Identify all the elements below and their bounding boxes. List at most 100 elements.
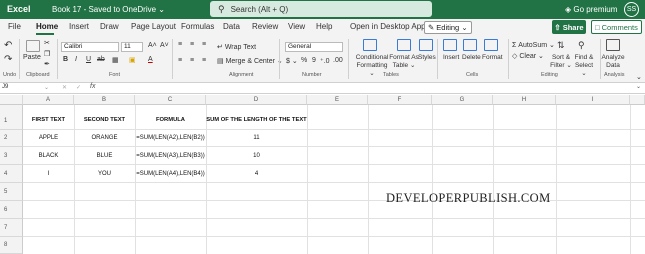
cell-d2[interactable]: 11 xyxy=(206,135,307,141)
row-header[interactable]: 2 xyxy=(0,130,23,147)
tab-draw[interactable]: Draw xyxy=(100,22,119,31)
number-format-select[interactable]: General xyxy=(285,42,343,52)
column-header[interactable]: G xyxy=(432,95,493,105)
avatar[interactable]: SS xyxy=(624,2,639,17)
tab-page-layout[interactable]: Page Layout xyxy=(131,22,176,31)
autosum-button[interactable]: Σ AutoSum ⌄ xyxy=(512,41,555,49)
align-center-icon[interactable]: ≡ xyxy=(190,57,194,64)
italic-icon[interactable]: I xyxy=(75,56,77,63)
increase-font-icon[interactable]: A˄ xyxy=(148,42,157,49)
tab-file[interactable]: File xyxy=(8,22,21,31)
expand-formula-icon[interactable]: ⌄ xyxy=(636,83,641,90)
column-header[interactable]: A xyxy=(23,95,74,105)
cell-c1[interactable]: FORMULA xyxy=(135,117,206,123)
cell-b3[interactable]: BLUE xyxy=(74,153,135,159)
format-as-table-button[interactable]: Format As Table ⌄ xyxy=(389,54,419,70)
row-header[interactable]: 1 xyxy=(0,105,23,130)
paste-button[interactable]: Paste xyxy=(23,54,41,61)
cell-b2[interactable]: ORANGE xyxy=(74,135,135,141)
document-title[interactable]: Book 17 - Saved to OneDrive ⌄ xyxy=(52,5,165,14)
column-header[interactable]: H xyxy=(493,95,556,105)
tab-formulas[interactable]: Formulas xyxy=(181,22,214,31)
paste-icon[interactable] xyxy=(26,40,40,52)
clear-button[interactable]: ◇ Clear ⌄ xyxy=(512,52,544,60)
cell-a2[interactable]: APPLE xyxy=(23,135,74,141)
tab-view[interactable]: View xyxy=(288,22,305,31)
formula-input[interactable] xyxy=(103,84,638,93)
increase-decimal-icon[interactable]: ⁺.0 xyxy=(320,57,330,65)
name-box[interactable]: J9 xyxy=(2,84,8,90)
column-header[interactable]: D xyxy=(206,95,307,105)
fx-icon[interactable]: fx xyxy=(90,83,95,90)
align-left-icon[interactable]: ≡ xyxy=(178,57,182,64)
cell-a4[interactable]: I xyxy=(23,171,74,177)
percent-icon[interactable]: % xyxy=(301,57,307,64)
cell-c2[interactable]: =SUM(LEN(A2),LEN(B2)) xyxy=(135,135,206,141)
column-header[interactable]: C xyxy=(135,95,206,105)
search-box[interactable]: ⚲ Search (Alt + Q) xyxy=(210,1,432,17)
cell-d1[interactable]: SUM OF THE LENGTH OF THE TEXT xyxy=(206,117,307,123)
comments-button[interactable]: □ Comments xyxy=(591,20,642,34)
tab-data[interactable]: Data xyxy=(223,22,240,31)
cancel-icon[interactable]: ✕ xyxy=(62,84,67,91)
tab-help[interactable]: Help xyxy=(316,22,332,31)
wrap-text-button[interactable]: ↵ Wrap Text xyxy=(217,43,256,51)
cell-b1[interactable]: SECOND TEXT xyxy=(74,117,135,123)
row-header[interactable]: 8 xyxy=(0,237,23,254)
font-color-icon[interactable]: A xyxy=(148,56,153,63)
delete-cells-button[interactable]: Delete xyxy=(462,54,481,61)
analyze-data-button[interactable]: Analyze Data xyxy=(601,54,625,70)
row-header[interactable]: 7 xyxy=(0,219,23,237)
fill-color-icon[interactable]: ▣ xyxy=(129,56,136,64)
font-name-select[interactable]: Calibri xyxy=(61,42,119,52)
cell-c4[interactable]: =SUM(LEN(A4),LEN(B4)) xyxy=(135,171,206,177)
merge-center-button[interactable]: ▤ Merge & Center ⌄ xyxy=(217,57,283,65)
chevron-down-icon[interactable]: ⌄ xyxy=(44,84,49,91)
select-all-corner[interactable] xyxy=(0,95,23,105)
redo-icon[interactable]: ↷ xyxy=(4,54,12,65)
undo-icon[interactable]: ↶ xyxy=(4,40,12,51)
open-desktop-app-button[interactable]: Open in Desktop App xyxy=(350,22,426,31)
cut-icon[interactable]: ✂ xyxy=(44,39,50,47)
strikethrough-icon[interactable]: ab xyxy=(97,56,105,63)
tab-review[interactable]: Review xyxy=(252,22,278,31)
insert-cells-button[interactable]: Insert xyxy=(443,54,459,61)
comma-icon[interactable]: 9 xyxy=(312,57,316,64)
editing-mode-dropdown[interactable]: ✎ Editing ⌄ xyxy=(424,21,472,34)
styles-button[interactable]: Styles xyxy=(418,54,436,61)
row-header[interactable]: 3 xyxy=(0,147,23,165)
column-header[interactable]: E xyxy=(307,95,368,105)
decrease-font-icon[interactable]: A˅ xyxy=(160,42,169,49)
bold-icon[interactable]: B xyxy=(63,56,68,63)
align-middle-icon[interactable]: ≡ xyxy=(190,41,194,48)
tab-insert[interactable]: Insert xyxy=(69,22,89,31)
decrease-decimal-icon[interactable]: .00 xyxy=(333,57,343,64)
column-header[interactable]: B xyxy=(74,95,135,105)
cell-a1[interactable]: FIRST TEXT xyxy=(23,117,74,123)
row-header[interactable]: 5 xyxy=(0,183,23,201)
row-header[interactable]: 6 xyxy=(0,201,23,219)
collapse-ribbon-icon[interactable]: ⌄ xyxy=(636,73,642,81)
tab-home[interactable]: Home xyxy=(36,22,58,31)
cell-c3[interactable]: =SUM(LEN(A3),LEN(B3)) xyxy=(135,153,206,159)
format-cells-button[interactable]: Format xyxy=(482,54,503,61)
column-header[interactable]: I xyxy=(556,95,630,105)
align-top-icon[interactable]: ≡ xyxy=(178,41,182,48)
check-icon[interactable]: ✓ xyxy=(76,84,81,91)
column-header[interactable]: F xyxy=(368,95,432,105)
share-button[interactable]: ⇧ Share xyxy=(552,20,586,34)
cell-a3[interactable]: BLACK xyxy=(23,153,74,159)
find-select-button[interactable]: Find & Select ⌄ xyxy=(572,54,596,78)
sort-filter-button[interactable]: Sort & Filter ⌄ xyxy=(550,54,572,70)
cell-d3[interactable]: 10 xyxy=(206,153,307,159)
go-premium-link[interactable]: ◈ Go premium xyxy=(565,5,617,14)
font-size-select[interactable]: 11 xyxy=(121,42,143,52)
borders-icon[interactable]: ▦ xyxy=(112,56,119,64)
align-right-icon[interactable]: ≡ xyxy=(202,57,206,64)
format-painter-icon[interactable]: ✒ xyxy=(44,60,50,68)
cell-d4[interactable]: 4 xyxy=(206,171,307,177)
align-bottom-icon[interactable]: ≡ xyxy=(202,41,206,48)
currency-icon[interactable]: $ ⌄ xyxy=(286,57,298,65)
copy-icon[interactable]: ❐ xyxy=(44,50,50,58)
row-header[interactable]: 4 xyxy=(0,165,23,183)
